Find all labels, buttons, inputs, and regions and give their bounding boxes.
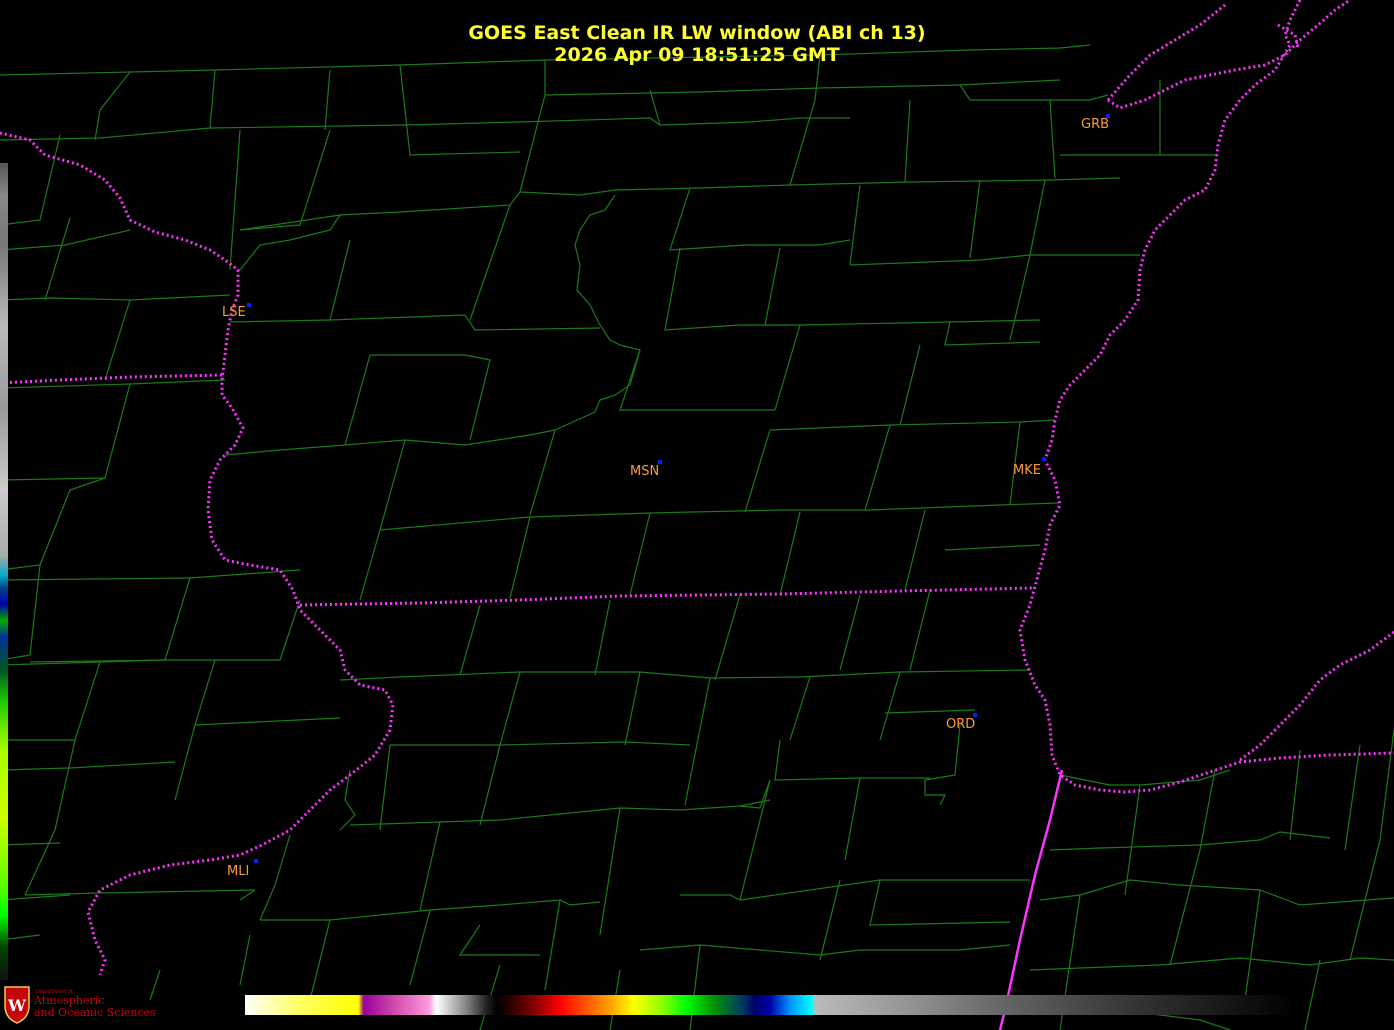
aos-logo: W Department of Atmospheric and Oceanic … (2, 984, 162, 1026)
uw-crest-icon: W (4, 986, 30, 1024)
state-boundaries (0, 0, 1394, 976)
station-label: MSN (630, 464, 660, 479)
station-label: MLI (227, 864, 250, 879)
logo-line2: and Oceanic Sciences (34, 1006, 156, 1019)
map-timestamp: 2026 Apr 09 18:51:25 GMT (554, 44, 840, 66)
state-line-solid (998, 769, 1064, 1030)
station-marker (1042, 457, 1046, 461)
station-marker (254, 859, 258, 863)
left-edge-imagery (0, 163, 8, 980)
logo-emblem: W (7, 996, 27, 1015)
ir-temperature-colorbar (245, 995, 1295, 1015)
map-canvas (0, 0, 1394, 1030)
station-label: LSE (222, 305, 246, 320)
station-marker (247, 303, 251, 307)
county-lines (0, 44, 1394, 1030)
station-label: ORD (946, 717, 976, 732)
map-title: GOES East Clean IR LW window (ABI ch 13) (468, 22, 926, 44)
station-label: GRB (1081, 117, 1110, 132)
station-label: MKE (1013, 463, 1041, 478)
